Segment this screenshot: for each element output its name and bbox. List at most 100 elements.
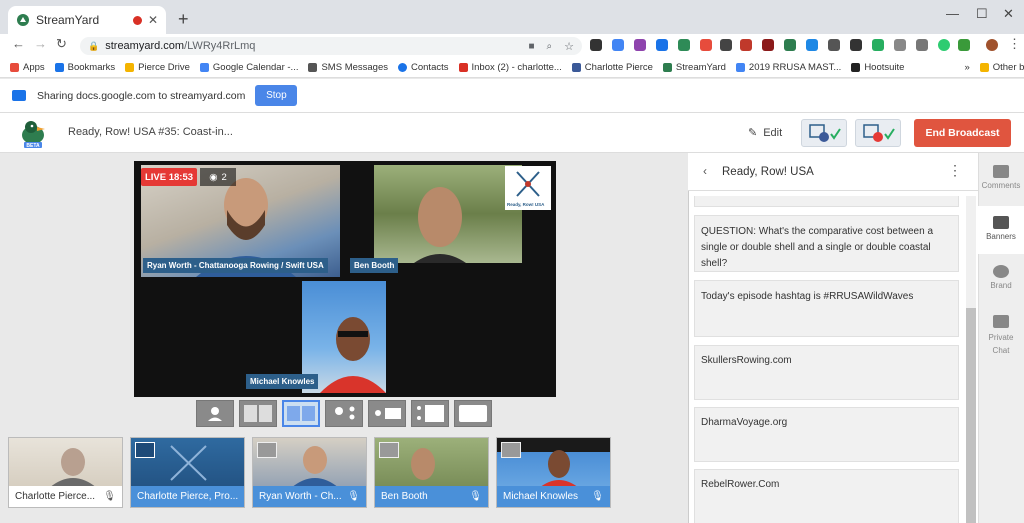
star-icon[interactable]: ☆ — [564, 40, 574, 53]
extension-icon[interactable] — [762, 39, 774, 51]
tab-private-chat[interactable]: Private Chat — [978, 315, 1024, 361]
bookmark-rrusa-master[interactable]: 2019 RRUSA MAST... — [735, 62, 841, 73]
show-logo: Ready, Row! USA — [505, 166, 551, 210]
bookmark-apps[interactable]: Apps — [10, 62, 45, 73]
close-window-icon[interactable]: ✕ — [1003, 6, 1014, 22]
extension-icon[interactable] — [958, 39, 970, 51]
tab-banners[interactable]: Banners — [978, 206, 1024, 254]
scrollbar-thumb[interactable] — [966, 308, 976, 523]
maximize-icon[interactable]: ☐ — [976, 6, 988, 22]
recording-indicator-icon — [132, 15, 142, 25]
pdf-extension-icon[interactable] — [740, 39, 752, 51]
banner-item[interactable]: RebelRower.Com — [694, 469, 959, 523]
forward-icon[interactable]: → — [34, 36, 47, 51]
youtube-destination-button[interactable] — [855, 119, 901, 147]
participant-card[interactable]: Michael Knowles 🎙 — [496, 437, 611, 508]
edit-button[interactable]: ✎ Edit — [748, 126, 782, 140]
participant-card-label: Charlotte Pierce, Pro... — [131, 486, 244, 507]
layout-group-button[interactable] — [239, 400, 277, 427]
microphone-icon[interactable]: 🎙 — [103, 491, 116, 502]
microphone-icon[interactable]: 🎙 — [469, 491, 482, 502]
extension-icon[interactable] — [720, 39, 732, 51]
bookmark-bookmarks[interactable]: Bookmarks — [54, 62, 115, 73]
minimize-icon[interactable]: — — [946, 6, 959, 21]
microphone-icon[interactable]: 🎙 — [347, 491, 360, 502]
calendar-extension-icon[interactable] — [656, 39, 668, 51]
extension-icon[interactable] — [590, 39, 602, 51]
zoom-icon[interactable]: ⌕ — [547, 41, 553, 52]
bookmark-charlotte-pierce[interactable]: Charlotte Pierce — [571, 62, 653, 73]
participant-card[interactable]: Charlotte Pierce... 🎙 — [8, 437, 123, 508]
new-tab-icon[interactable]: + — [178, 9, 189, 30]
address-bar[interactable]: 🔒 streamyard.com/LWRy4RrLmq ■ ⌕ ☆ — [80, 37, 582, 55]
link-extension-icon[interactable] — [806, 39, 818, 51]
banner-item[interactable] — [694, 196, 959, 207]
back-chevron-icon[interactable]: ‹ — [703, 164, 707, 178]
bookmark-pierce-drive[interactable]: Pierce Drive — [125, 62, 190, 73]
participant-name-label: Ben Booth — [350, 258, 399, 273]
banner-item[interactable]: Today's episode hashtag is #RRUSAWildWav… — [694, 280, 959, 337]
extension-icon[interactable] — [700, 39, 712, 51]
banner-item[interactable]: SkullersRowing.com — [694, 345, 959, 400]
streamyard-extension-icon[interactable] — [784, 39, 796, 51]
extension-icon[interactable] — [916, 39, 928, 51]
group-layout-icon — [244, 405, 272, 422]
participant-card[interactable]: Ryan Worth - Ch... 🎙 — [252, 437, 367, 508]
avatar-toggle-icon[interactable] — [379, 442, 399, 458]
extension-icon[interactable] — [828, 39, 840, 51]
layout-solo-button[interactable] — [196, 400, 234, 427]
evernote-extension-icon[interactable] — [678, 39, 690, 51]
comments-icon — [993, 165, 1009, 178]
extension-icon[interactable] — [894, 39, 906, 51]
extension-icon[interactable] — [612, 39, 624, 51]
banner-item[interactable]: QUESTION: What's the comparative cost be… — [694, 215, 959, 272]
more-options-icon[interactable]: ⋮ — [948, 162, 962, 179]
live-timer-badge: LIVE 18:53 — [141, 168, 197, 186]
reload-icon[interactable]: ↻ — [56, 36, 67, 52]
stop-sharing-button[interactable]: Stop — [255, 85, 298, 106]
bookmark-hootsuite[interactable]: Hootsuite — [851, 62, 904, 73]
browser-tab[interactable]: StreamYard ✕ — [8, 6, 166, 34]
layout-thumbnail-button[interactable] — [325, 400, 363, 427]
participant-card[interactable]: Charlotte Pierce, Pro... — [130, 437, 245, 508]
microphone-icon[interactable]: 🎙 — [591, 491, 604, 502]
bookmarks-overflow-button[interactable]: » — [964, 62, 969, 73]
participant-card[interactable]: Ben Booth 🎙 — [374, 437, 489, 508]
participant-silhouette-icon — [414, 187, 466, 263]
avatar-toggle-icon[interactable] — [501, 442, 521, 458]
leader-layout-icon — [287, 406, 315, 421]
layout-fullscreen-button[interactable] — [454, 400, 492, 427]
participant-silhouette-icon — [49, 448, 97, 488]
participant-card-name: Ben Booth — [381, 491, 428, 502]
avatar-toggle-icon[interactable] — [257, 442, 277, 458]
tab-brand[interactable]: Brand — [978, 265, 1024, 305]
screen-layout-icon — [375, 408, 401, 419]
bookmark-sms-messages[interactable]: SMS Messages — [308, 62, 388, 73]
bookmark-inbox[interactable]: Inbox (2) - charlotte... — [458, 62, 562, 73]
bookmark-contacts[interactable]: Contacts — [398, 62, 449, 73]
show-logo-text: Ready, Row! USA — [507, 202, 545, 207]
bookmark-other-bookmarks[interactable]: Other bookmarks — [979, 62, 1024, 73]
url-host: streamyard.com — [105, 40, 185, 52]
tab-label: Banners — [986, 232, 1016, 241]
close-tab-icon[interactable]: ✕ — [148, 13, 158, 27]
back-icon[interactable]: ← — [12, 36, 25, 51]
menu-icon[interactable]: ⋮ — [1008, 36, 1021, 52]
layout-leader-button[interactable] — [282, 400, 320, 427]
check-extension-icon[interactable] — [872, 39, 884, 51]
layout-screen-button[interactable] — [368, 400, 406, 427]
banner-item[interactable]: DharmaVoyage.org — [694, 407, 959, 462]
bookmark-google-calendar[interactable]: Google Calendar -... — [199, 62, 298, 73]
extension-icon[interactable] — [634, 39, 646, 51]
facebook-destination-button[interactable] — [801, 119, 847, 147]
solo-layout-icon — [208, 407, 222, 421]
shield-extension-icon[interactable] — [850, 39, 862, 51]
bookmark-streamyard[interactable]: StreamYard — [662, 62, 726, 73]
tab-comments[interactable]: Comments — [978, 160, 1024, 204]
end-broadcast-button[interactable]: End Broadcast — [914, 119, 1011, 147]
participant-card-label: Ryan Worth - Ch... 🎙 — [253, 486, 366, 507]
extension-icon[interactable] — [938, 39, 950, 51]
profile-avatar[interactable] — [986, 39, 998, 51]
camera-icon[interactable]: ■ — [528, 41, 534, 52]
layout-screen-sidebar-button[interactable] — [411, 400, 449, 427]
